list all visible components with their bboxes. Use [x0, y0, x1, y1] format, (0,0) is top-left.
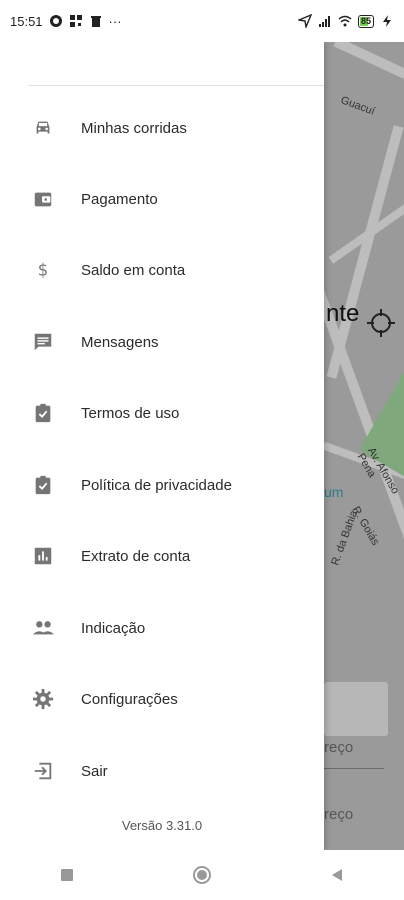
battery-icon: 85 [357, 14, 374, 28]
status-time: 15:51 [10, 13, 43, 29]
menu-item-label: Termos de uso [81, 404, 180, 422]
recent-apps-button[interactable] [47, 855, 87, 895]
app-version: Versão 3.31.0 [121, 818, 203, 833]
exit-icon [31, 759, 55, 783]
square-icon [61, 869, 74, 881]
menu-item-politica-de-privacidade[interactable]: Política de privacidade [0, 460, 324, 510]
people-icon [31, 616, 55, 640]
menu-item-label: Configurações [81, 690, 178, 708]
signal-icon [318, 16, 330, 27]
menu-item-configuracoes[interactable]: Configurações [0, 674, 324, 724]
menu-item-label: Indicação [81, 619, 146, 637]
car-icon [31, 116, 55, 140]
menu-item-extrato-de-conta[interactable]: Extrato de conta [0, 531, 324, 581]
map-headline: nte [326, 300, 360, 327]
crosshair-icon [367, 309, 395, 337]
back-button[interactable] [317, 855, 357, 895]
menu-item-label: Saldo em conta [81, 261, 186, 279]
more-notifications-icon: ··· [108, 13, 122, 29]
field-underline [324, 768, 384, 769]
qr-code-icon [69, 15, 82, 27]
svg-text:$: $ [38, 261, 49, 280]
menu-item-pagamento[interactable]: Pagamento [0, 174, 324, 224]
origin-field-text[interactable]: reço [324, 739, 353, 756]
menu-item-indicacao[interactable]: Indicação [0, 603, 324, 653]
menu-item-label: Pagamento [81, 190, 158, 208]
destination-field-text[interactable]: reço [324, 806, 353, 823]
status-bar: 15:51 ··· 85 [0, 0, 404, 42]
drawer-divider [28, 85, 324, 86]
clipboard-check-icon [31, 401, 55, 425]
dollar-icon: $ [31, 258, 55, 282]
map-park-label: um [324, 484, 344, 500]
map-card [324, 682, 388, 736]
gear-icon [31, 687, 55, 711]
navigation-drawer: Minhas corridas Pagamento $ Saldo em con… [0, 42, 324, 850]
clipboard-check-icon [31, 473, 55, 497]
menu-item-minhas-corridas[interactable]: Minhas corridas [0, 103, 324, 153]
triangle-back-icon [331, 869, 342, 881]
menu-item-sair[interactable]: Sair [0, 746, 324, 796]
map-street-label: R. da Bahia [329, 508, 361, 568]
circle-icon [192, 866, 211, 884]
menu-item-label: Mensagens [81, 333, 159, 351]
menu-item-saldo-em-conta[interactable]: $ Saldo em conta [0, 245, 324, 295]
home-button[interactable] [182, 855, 222, 895]
wallet-icon [31, 187, 55, 211]
notification-icon [49, 15, 62, 27]
message-icon [31, 330, 55, 354]
menu-item-termos-de-uso[interactable]: Termos de uso [0, 388, 324, 438]
menu-item-label: Sair [81, 762, 108, 780]
system-nav-bar [0, 850, 404, 900]
menu-item-label: Política de privacidade [81, 476, 232, 494]
location-arrow-icon [297, 14, 312, 28]
menu-item-label: Extrato de conta [81, 547, 191, 565]
charging-bolt-icon [383, 15, 391, 27]
bar-chart-icon [31, 544, 55, 568]
menu-item-mensagens[interactable]: Mensagens [0, 317, 324, 367]
map-street-label: Guacuí [339, 94, 377, 118]
trash-icon [90, 16, 101, 27]
menu-item-label: Minhas corridas [81, 119, 187, 137]
wifi-icon [338, 15, 352, 27]
